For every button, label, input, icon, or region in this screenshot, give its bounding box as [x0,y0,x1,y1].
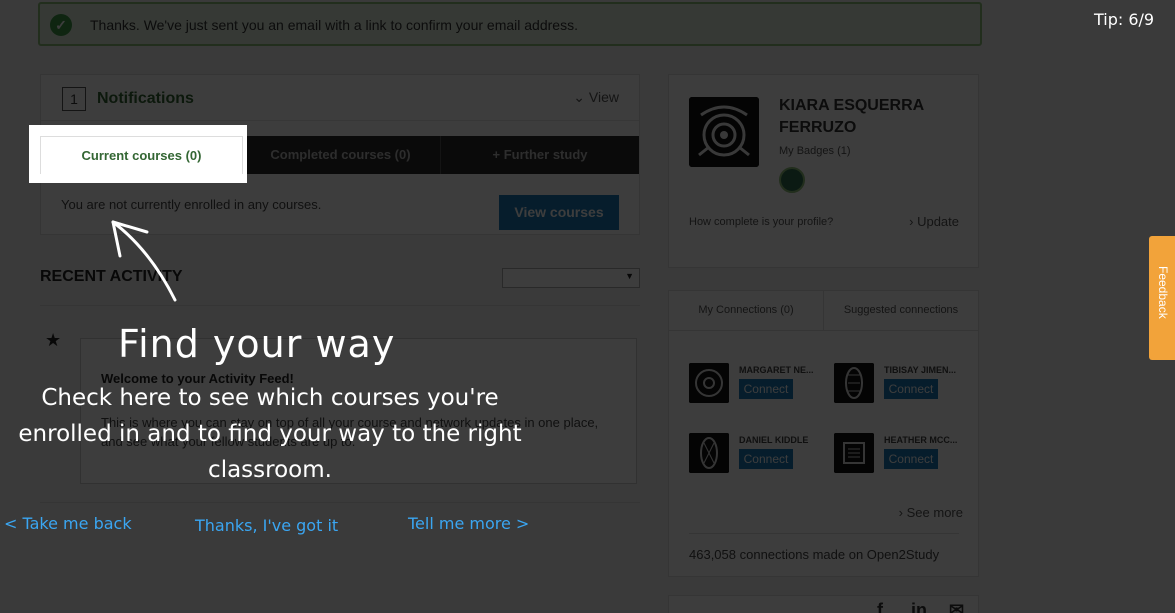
notification-count: 1 [62,87,86,111]
activity-filter-select[interactable]: ▼ [502,268,640,288]
update-label: Update [917,214,959,229]
alert-message: Thanks. We've just sent you an email wit… [90,17,578,33]
connection-suggestion: DANIEL KIDDLE Connect [689,433,829,478]
person-name[interactable]: DANIEL KIDDLE [739,435,808,445]
tab-completed-courses[interactable]: Completed courses (0) [241,136,441,174]
take-me-back-link[interactable]: < Take me back [4,514,132,533]
chevron-right-icon: › [898,505,903,520]
tell-me-more-link[interactable]: Tell me more > [408,514,529,533]
connect-button[interactable]: Connect [739,379,793,399]
email-confirm-alert: ✓ Thanks. We've just sent you an email w… [38,2,982,46]
my-badges-link[interactable]: My Badges (1) [779,145,851,157]
divider [40,502,640,503]
tab-my-connections[interactable]: My Connections (0) [669,291,824,330]
connections-card: My Connections (0) Suggested connections… [668,290,979,577]
chevron-right-icon: › [909,214,914,229]
feedback-tab[interactable]: Feedback [1149,236,1175,360]
tip-arrow [111,220,177,302]
social-share-bar: f in ✉ [668,595,979,613]
connection-suggestion: HEATHER MCC... Connect [834,433,974,478]
profile-name: KIARA ESQUERRA FERRUZO [779,97,924,136]
badge-icon[interactable] [779,167,805,193]
avatar[interactable] [834,433,874,473]
chevron-down-icon: ⌄ [573,89,586,105]
email-icon[interactable]: ✉ [949,600,964,613]
check-icon: ✓ [50,14,72,36]
linkedin-icon[interactable]: in [911,600,927,613]
tab-current-courses-highlighted[interactable]: Current courses (0) [40,136,243,174]
update-profile-link[interactable]: › Update [909,214,959,229]
divider [689,533,959,534]
see-more-label: See more [906,505,963,520]
tip-body: Check here to see which courses you're e… [18,385,522,483]
avatar[interactable] [689,433,729,473]
dropdown-arrow-icon: ▼ [625,271,634,281]
notifications-title: Notifications [97,90,194,107]
tab-further-study[interactable]: + Further study [441,136,639,174]
feedback-label: Feedback [1156,266,1170,319]
connect-button[interactable]: Connect [884,449,938,469]
avatar[interactable] [689,97,759,167]
connect-button[interactable]: Connect [884,379,938,399]
connection-suggestion: MARGARET NE... Connect [689,363,829,408]
person-name[interactable]: TIBISAY JIMEN... [884,365,956,375]
view-label: View [588,89,619,105]
tip-title: Find your way [118,322,396,366]
view-courses-button[interactable]: View courses [499,195,619,230]
tip-counter: Tip: 6/9 [1094,10,1155,29]
person-name[interactable]: MARGARET NE... [739,365,814,375]
view-notifications-link[interactable]: ⌄ View [573,89,619,106]
see-more-link[interactable]: › See more [899,505,963,520]
connect-button[interactable]: Connect [739,449,793,469]
notifications-header: 1 Notifications ⌄ View [41,75,639,121]
star-icon: ★ [45,330,62,350]
facebook-icon[interactable]: f [877,600,883,613]
connection-suggestion: TIBISAY JIMEN... Connect [834,363,974,408]
avatar[interactable] [834,363,874,403]
tab-suggested-connections[interactable]: Suggested connections [824,291,978,330]
tab-underline [669,330,978,331]
got-it-link[interactable]: Thanks, I've got it [195,516,338,535]
tour-spotlight: Current courses (0) [29,125,247,183]
person-name[interactable]: HEATHER MCC... [884,435,957,445]
avatar[interactable] [689,363,729,403]
connections-total: 463,058 connections made on Open2Study [689,547,940,562]
profile-card: KIARA ESQUERRA FERRUZO My Badges (1) How… [668,74,979,268]
profile-complete-question: How complete is your profile? [689,216,834,228]
